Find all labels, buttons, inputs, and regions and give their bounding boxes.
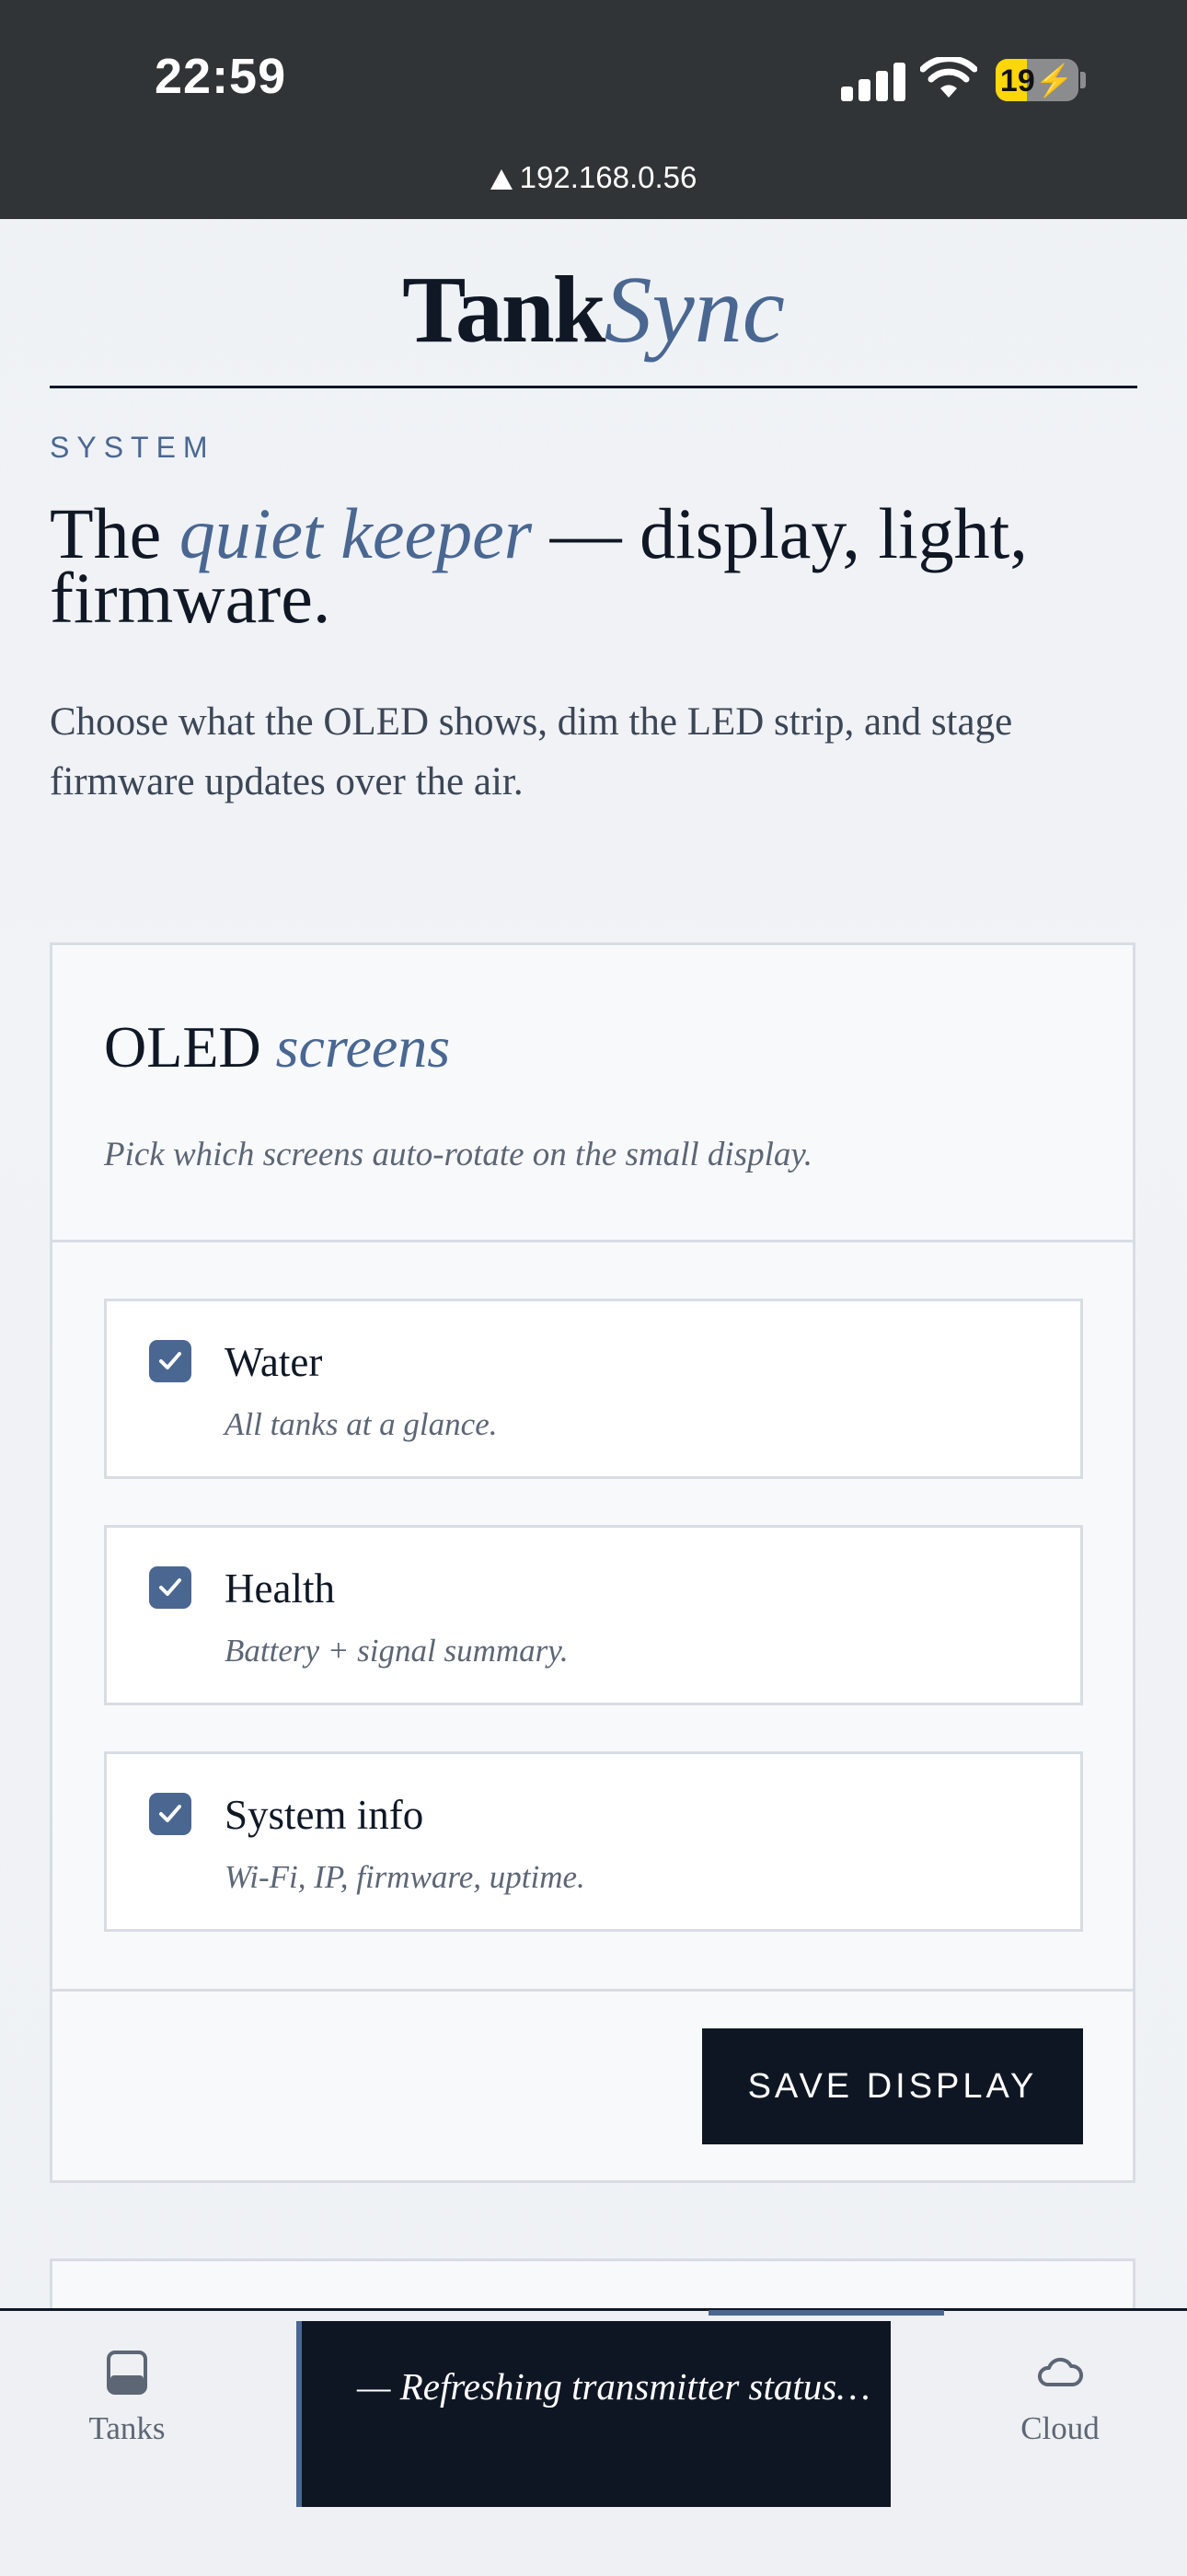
checkbox-system-info[interactable] bbox=[149, 1793, 191, 1835]
wifi-icon bbox=[920, 57, 977, 98]
battery-level: 19 bbox=[999, 64, 1035, 98]
signal-icon bbox=[841, 59, 905, 101]
battery-icon: 19⚡ bbox=[996, 59, 1078, 101]
checkbox-water[interactable] bbox=[149, 1340, 191, 1382]
check-icon bbox=[159, 1352, 181, 1369]
nav-label: Tanks bbox=[88, 2410, 166, 2446]
url-bar[interactable]: 192.168.0.56 bbox=[0, 160, 1187, 195]
option-label: Water bbox=[225, 1339, 323, 1385]
url-text: 192.168.0.56 bbox=[519, 160, 697, 194]
check-icon bbox=[159, 1578, 181, 1596]
option-label: Health bbox=[225, 1565, 335, 1611]
tank-icon bbox=[107, 2351, 147, 2395]
option-desc: All tanks at a glance. bbox=[225, 1406, 498, 1442]
nav-label: Cloud bbox=[1020, 2410, 1100, 2446]
status-bar: 22:59 19⚡ 192.168.0.56 bbox=[0, 0, 1187, 219]
save-display-button[interactable]: SAVE DISPLAY bbox=[702, 2028, 1083, 2144]
brand-tank: Tank bbox=[402, 257, 605, 363]
option-desc: Battery + signal summary. bbox=[225, 1633, 569, 1669]
option-system-info[interactable]: System info Wi-Fi, IP, firmware, uptime. bbox=[104, 1751, 1083, 1932]
page-title: The quiet keeper — display, light, firmw… bbox=[50, 498, 1135, 634]
option-water[interactable]: Water All tanks at a glance. bbox=[104, 1299, 1083, 1479]
nav-item-cloud[interactable]: Cloud bbox=[977, 2350, 1143, 2447]
section-eyebrow: SYSTEM bbox=[50, 431, 215, 464]
oled-screens-card: OLED screens Pick which screens auto-rot… bbox=[50, 942, 1135, 2183]
header-divider bbox=[50, 386, 1137, 388]
nav-item-tanks[interactable]: Tanks bbox=[44, 2350, 210, 2447]
card-accent-bar bbox=[709, 2310, 944, 2316]
page-lead: Choose what the OLED shows, dim the LED … bbox=[50, 700, 1013, 803]
card-footer: SAVE DISPLAY bbox=[52, 1989, 1133, 2183]
card-title: OLED screens bbox=[104, 1013, 450, 1081]
app-logo: TankSync bbox=[0, 250, 1187, 370]
warning-icon bbox=[490, 169, 513, 190]
toast-notification: — Refreshing transmitter status… bbox=[296, 2321, 891, 2507]
option-desc: Wi-Fi, IP, firmware, uptime. bbox=[225, 1859, 585, 1895]
card-title-plain: OLED bbox=[104, 1014, 276, 1080]
check-icon bbox=[159, 1805, 181, 1822]
status-time: 22:59 bbox=[155, 49, 287, 104]
card-header: OLED screens Pick which screens auto-rot… bbox=[52, 945, 1133, 1242]
option-health[interactable]: Health Battery + signal summary. bbox=[104, 1525, 1083, 1705]
checkbox-health[interactable] bbox=[149, 1566, 191, 1609]
brand-sync: Sync bbox=[604, 257, 785, 363]
cloud-icon bbox=[1038, 2357, 1083, 2386]
card-title-em: screens bbox=[275, 1014, 451, 1080]
option-label: System info bbox=[225, 1792, 424, 1838]
toast-text: — Refreshing transmitter status… bbox=[357, 2365, 870, 2408]
card-subtitle: Pick which screens auto-rotate on the sm… bbox=[104, 1136, 813, 1173]
